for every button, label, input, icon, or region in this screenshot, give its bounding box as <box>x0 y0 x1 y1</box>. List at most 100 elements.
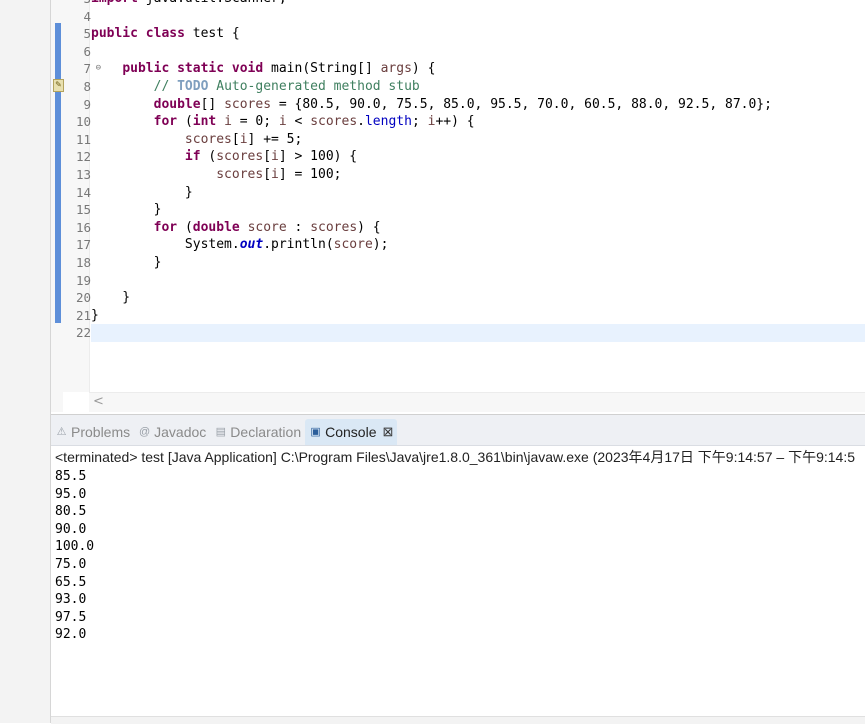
code-line[interactable]: } <box>91 289 865 307</box>
code-token: ++) { <box>435 114 475 130</box>
console-output-line: 85.5 <box>55 469 87 484</box>
line-number: 6 <box>63 43 91 61</box>
code-token: ] += 5; <box>247 131 303 147</box>
line-number: 20 <box>63 289 91 307</box>
code-token: System. <box>91 237 240 253</box>
code-line[interactable]: public static void main(String[] args) { <box>91 60 865 78</box>
code-token: [] <box>200 96 225 112</box>
code-token: [ <box>263 149 272 165</box>
code-line[interactable]: for (double score : scores) { <box>91 219 865 237</box>
scroll-left-icon[interactable]: < <box>93 394 104 409</box>
code-line[interactable]: System.out.println(score); <box>91 236 865 254</box>
console-output[interactable]: 85.5 95.0 80.5 90.0 100.0 75.0 65.5 93.0 97.5 92.… <box>51 468 865 644</box>
code-token: ] > 100) { <box>278 149 358 165</box>
code-token: public class <box>91 26 193 42</box>
console-output-line: 90.0 <box>55 521 87 537</box>
line-number-text: 8 <box>83 78 91 94</box>
line-number-text: 12 <box>75 149 91 165</box>
tab-label: Console <box>325 424 377 440</box>
console-output-line: 65.5 <box>55 574 87 590</box>
code-line[interactable]: import java.util.Scanner; <box>91 0 865 8</box>
console-output-line: 95.0 <box>55 486 87 502</box>
code-editor[interactable]: ✎ 34567⊖8910111213141516171819202122 imp… <box>51 0 865 412</box>
line-number: 10 <box>63 113 91 131</box>
console-output-line: 93.0 <box>55 592 87 608</box>
code-line[interactable]: } <box>91 184 865 202</box>
code-line[interactable]: } <box>91 254 865 272</box>
code-line[interactable]: scores[i] += 5; <box>91 131 865 149</box>
code-token: import <box>91 0 146 6</box>
code-token: test { <box>192 26 240 42</box>
line-number: 4 <box>63 8 91 26</box>
console-process-header: <terminated> test [Java Application] C:\… <box>55 449 855 465</box>
line-number-text: 6 <box>83 43 91 59</box>
code-token: .println( <box>263 237 334 253</box>
code-token: public static void <box>122 61 272 77</box>
line-number: 14 <box>63 184 91 202</box>
code-token: ); <box>372 237 389 253</box>
close-tab-icon[interactable]: ⊠ <box>383 419 394 445</box>
code-text[interactable]: import java.util.Scanner;​public class t… <box>91 0 865 342</box>
line-number-text: 22 <box>75 325 91 341</box>
line-number-text: 18 <box>75 254 91 270</box>
code-line[interactable]: // TODO Auto-generated method stub <box>91 78 865 96</box>
tab-problems[interactable]: ⚠ Problems <box>51 419 134 445</box>
line-number: 18 <box>63 254 91 272</box>
code-line[interactable]: scores[i] = 100; <box>91 166 865 184</box>
line-number-text: 13 <box>75 166 91 182</box>
line-number: 17 <box>63 236 91 254</box>
code-token: for <box>153 114 185 130</box>
code-token: score <box>247 219 287 235</box>
left-window-strip <box>0 0 51 723</box>
line-number: 19 <box>63 272 91 290</box>
horizontal-scrollbar[interactable]: < <box>89 392 865 412</box>
code-token: scores <box>224 96 272 112</box>
code-token: score <box>333 237 373 253</box>
code-line[interactable]: ​ <box>91 8 865 26</box>
line-number-text: 14 <box>75 184 91 200</box>
code-token: } <box>91 202 162 218</box>
tab-declaration[interactable]: ▤ Declaration <box>210 419 305 445</box>
code-line[interactable]: ​ <box>91 272 865 290</box>
line-number: 16 <box>63 219 91 237</box>
line-numbers: 3 4 567⊖8 9 1011 1213 14 1516 1718 19 2021 22 <box>63 0 101 342</box>
code-line[interactable]: if (scores[i] > 100) { <box>91 148 865 166</box>
code-line[interactable]: public class test { <box>91 25 865 43</box>
line-number-text: 21 <box>75 307 91 323</box>
line-number-text: 16 <box>75 219 91 235</box>
code-token: ; <box>411 114 428 130</box>
code-line[interactable]: for (int i = 0; i < scores.length; i++) … <box>91 113 865 131</box>
code-line[interactable]: } <box>91 307 865 325</box>
line-number-text: 7 <box>83 61 91 77</box>
code-token: i <box>278 114 287 130</box>
code-token: int <box>192 114 225 130</box>
code-line[interactable]: } <box>91 201 865 219</box>
code-token: args <box>380 61 412 77</box>
code-token: scores <box>310 114 358 130</box>
code-line[interactable]: double[] scores = {80.5, 90.0, 75.5, 85.… <box>91 96 865 114</box>
line-number: 3 <box>63 0 91 8</box>
panel-tab-bar: ⚠ Problems @ Javadoc ▤ Declaration ▣ Console ⊠ <box>51 415 865 446</box>
line-number: 15 <box>63 201 91 219</box>
code-token: ( <box>184 114 193 130</box>
code-token: double <box>153 96 201 112</box>
tab-javadoc[interactable]: @ Javadoc <box>134 419 210 445</box>
line-number: 21 <box>63 307 91 325</box>
declaration-icon: ▤ <box>215 425 226 438</box>
code-line[interactable]: ​ <box>91 43 865 61</box>
tab-console[interactable]: ▣ Console ⊠ <box>305 419 398 445</box>
line-number: 13 <box>63 166 91 184</box>
code-token: double <box>192 219 248 235</box>
current-code-line[interactable]: ​ <box>91 324 865 342</box>
code-token: if <box>184 149 209 165</box>
console-output-line: 92.0 <box>55 627 87 643</box>
code-token: length <box>364 114 412 130</box>
code-token: i <box>271 149 279 165</box>
code-token: ( <box>184 219 193 235</box>
code-token: scores <box>216 149 264 165</box>
line-number-text: 10 <box>75 114 91 130</box>
